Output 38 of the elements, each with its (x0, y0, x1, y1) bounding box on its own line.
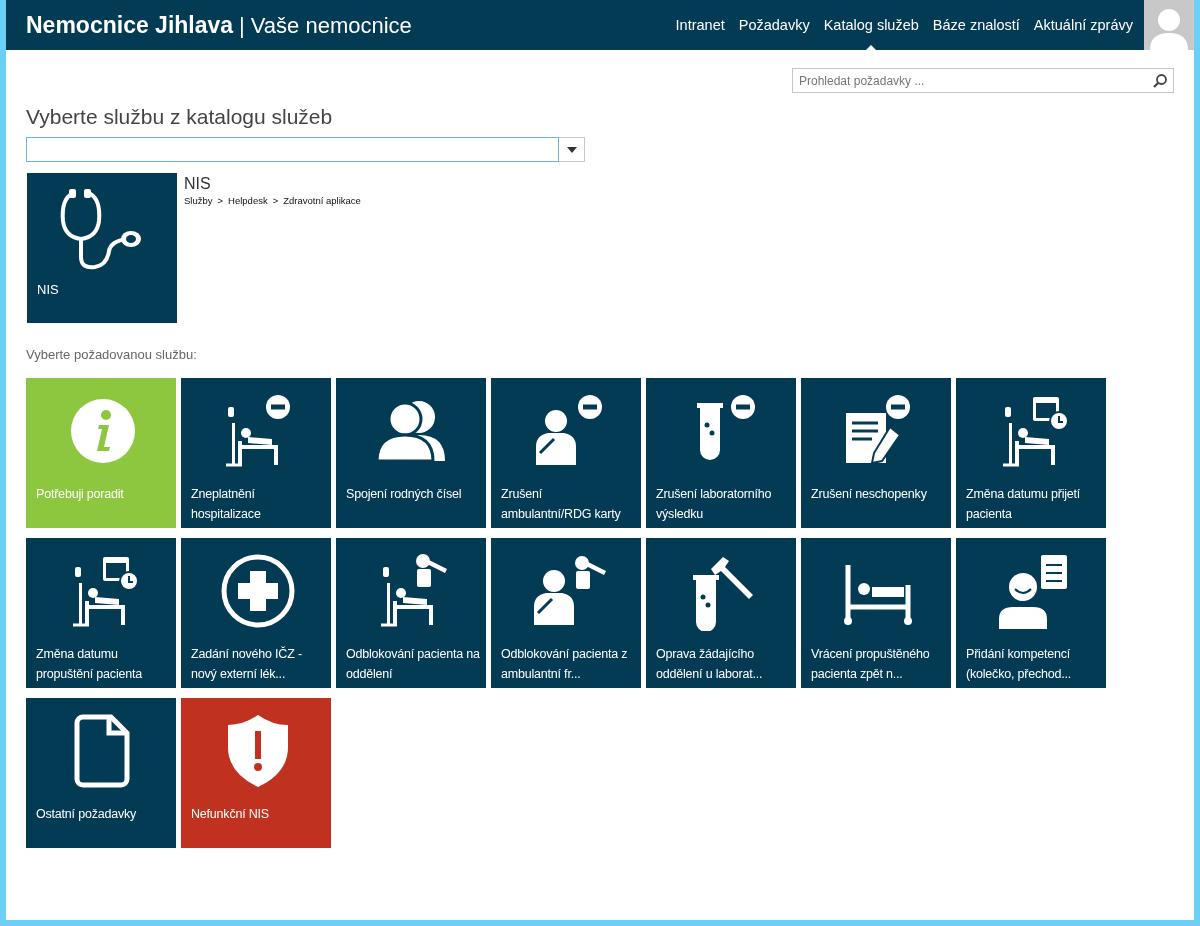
breadcrumb-separator: > (217, 195, 224, 206)
section-label: Vyberte požadovanou službu: (26, 347, 198, 362)
service-tile[interactable]: Změna datumu přijetí pacienta (956, 378, 1106, 528)
breadcrumb-item[interactable]: Služby (184, 195, 213, 206)
selected-service-tile[interactable]: NIS (27, 173, 177, 323)
service-tile[interactable]: Nefunkční NIS (181, 698, 331, 848)
nav-link[interactable]: Požadavky (731, 0, 817, 50)
page-heading: Vyberte službu z katalogu služeb (26, 105, 334, 129)
breadcrumb-item[interactable]: Zdravotní aplikace (283, 195, 361, 206)
service-tile[interactable]: Vrácení propuštěného pacienta zpět n... (801, 538, 951, 688)
title-separator: | (239, 12, 245, 39)
service-tile[interactable]: Zneplatnění hospitalizace (181, 378, 331, 528)
tile-label: NIS (37, 282, 59, 297)
service-tile[interactable]: Odblokování pacienta na oddělení (336, 538, 486, 688)
nav-link[interactable]: Aktuální zprávy (1026, 0, 1140, 50)
service-tile[interactable]: Ostatní požadavky (26, 698, 176, 848)
service-combo-field[interactable] (26, 137, 559, 162)
nav-link[interactable]: Katalog služeb (816, 0, 926, 50)
breadcrumb-separator: > (272, 195, 279, 206)
nav-link[interactable]: Intranet (668, 0, 732, 50)
service-tile[interactable]: Spojení rodných čísel (336, 378, 486, 528)
service-tile[interactable]: Zrušení laboratorního výsledku (646, 378, 796, 528)
service-tile[interactable]: Přidání kompetencí (kolečko, přechod... (956, 538, 1106, 688)
service-tile[interactable]: Odblokování pacienta z ambulantní fr... (491, 538, 641, 688)
service-tile[interactable]: Zadání nového IČZ - nový externí lék... (181, 538, 331, 688)
service-tile[interactable]: Zrušení ambulantní/RDG karty (491, 378, 641, 528)
dropdown-button[interactable] (559, 137, 585, 162)
service-tile[interactable]: Zrušení neschopenky (801, 378, 951, 528)
caret-icon (566, 146, 577, 153)
service-title: NIS (184, 175, 212, 193)
site-title: Nemocnice Jihlava (26, 11, 234, 39)
service-tile[interactable]: Oprava žádajícího oddělení u laborat... (646, 538, 796, 688)
search-box[interactable]: Prohledat požadavky ... (792, 68, 1174, 93)
service-tile[interactable]: Změna datumu propuštění pacienta (26, 538, 176, 688)
search-icon[interactable] (1152, 72, 1168, 89)
breadcrumb-item[interactable]: Helpdesk (228, 195, 268, 206)
nav-link[interactable]: Báze znalostí (925, 0, 1027, 50)
site-tagline: Vaše nemocnice (250, 12, 412, 39)
